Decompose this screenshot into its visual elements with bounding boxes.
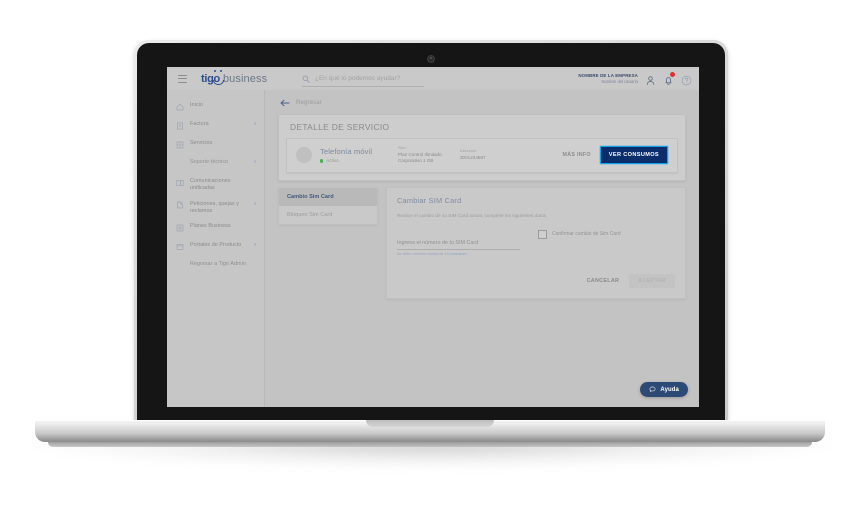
service-name: Telefonía móvil [320,147,373,157]
web-application: tigo business NOMBRE D [167,67,699,407]
user-name: Nombre del usuario [601,78,638,84]
sidebar-item-servicios[interactable]: Servicios [167,136,264,155]
tab-bloqueo-sim-card[interactable]: Bloqueo Sim Card [279,206,377,224]
document-icon [177,201,183,209]
window-icon [176,243,184,250]
sidebar-item-label: Peticiones, quejas y reclamos [190,200,239,214]
sim-tabs: Cambio Sim Card Bloqueo Sim Card [278,186,378,225]
logo-tigo-text: tigo [201,70,224,85]
address-value: 3001234567 [460,154,486,160]
grid-icon [176,141,184,148]
cambiar-sim-card-form: Cambiar SIM Card Realice el cambio de su… [386,186,686,300]
sidebar-item-comunicaciones-unificadas[interactable]: Comunicaciones unificadas [167,174,264,197]
status-dot-icon [320,159,324,163]
sidebar-item-inicio[interactable]: Inicio [167,98,264,117]
app-header: tigo business NOMBRE D [167,67,699,90]
invoice-icon [177,122,183,129]
form-title: Cambiar SIM Card [397,195,462,205]
sidebar-navigation: Inicio Factura › Servicios Soporte técni… [167,90,265,407]
plan-field: Plan: Plan Control Ilimitado Corporativo… [398,146,460,165]
notification-badge [670,72,675,77]
sidebar-item-planes-business[interactable]: Planes Business [167,219,264,238]
sidebar-item-label: Portales de Producto [190,242,242,249]
confirm-change-label: Confirmar cambio de Sim Card [552,231,621,238]
sidebar-item-regresar-a-tigo-admin[interactable]: Regresar a Tigo Admin [167,257,264,276]
form-row: No debe contener menos de 19 caracteres … [397,229,675,257]
brand-logo: tigo business [201,70,268,85]
sidebar-item-label: Soporte técnico [190,159,229,165]
service-detail-card: DETALLE DE SERVICIO Telefonía móvil Acti… [278,114,686,181]
logo-business-text: business [222,72,268,85]
address-label: Dirección: [460,149,477,154]
laptop-screen: tigo business NOMBRE D [167,67,699,407]
search-input[interactable] [315,75,424,82]
chat-bubble-icon [649,386,656,392]
company-name: NOMBRE DE LA EMPRESA [578,73,638,79]
service-row: Telefonía móvil Activo Plan: Plan Contro… [286,138,678,173]
sim-management-section: Cambio Sim Card Bloqueo Sim Card Cambiar… [278,186,686,300]
help-button[interactable] [681,73,692,86]
sim-number-hint: No debe contener menos de 19 caracteres [397,252,468,257]
service-identity: Telefonía móvil Activo [320,147,398,163]
notifications-button[interactable] [663,72,675,85]
sidebar-item-label: Planes Business [190,223,231,230]
status-badge: Activo [320,158,398,163]
avatar [296,147,312,164]
chevron-right-icon: › [254,200,256,207]
webcam-icon [427,55,435,63]
user-identity: NOMBRE DE LA EMPRESA Nombre del usuario [578,73,638,84]
confirm-change-checkbox-row[interactable]: Confirmar cambio de Sim Card [538,229,621,239]
status-label: Activo [326,158,339,164]
sidebar-item-portales-de-producto[interactable]: Portales de Producto › [167,238,264,257]
address-field: Dirección: 3001234567 [460,149,516,161]
screenshot-stage: tigo business NOMBRE D [0,0,860,508]
confirm-change-checkbox[interactable] [538,229,547,239]
sim-number-field: No debe contener menos de 19 caracteres [397,231,520,257]
plan-label: Plan: [398,146,407,150]
laptop-base-notch [366,420,494,427]
chevron-right-icon: › [254,121,256,127]
account-button[interactable] [645,73,656,86]
ver-consumos-button[interactable]: VER CONSUMOS [599,146,668,165]
back-button[interactable]: Regresar [265,90,699,107]
home-icon [176,103,184,110]
search-icon [302,75,310,83]
sidebar-item-label: Comunicaciones unificadas [190,178,231,192]
laptop-bezel: tigo business NOMBRE D [137,43,725,423]
grid-icon [176,224,184,232]
page-title: DETALLE DE SERVICIO [290,122,390,132]
user-icon [646,76,655,86]
arrow-left-icon [280,99,290,107]
laptop-shadow [20,444,840,470]
question-circle-icon [681,75,692,86]
back-label: Regresar [296,100,322,106]
search-bar[interactable] [302,71,424,87]
sidebar-item-label: Servicios [190,140,213,146]
accept-button[interactable]: ACEPTAR [629,274,675,289]
laptop-lid: tigo business NOMBRE D [134,40,728,423]
sidebar-item-factura[interactable]: Factura › [167,117,264,136]
sidebar-item-label: Factura [190,121,209,127]
laptop-base-foot [48,442,812,447]
laptop-base [35,420,825,442]
form-description: Realice el cambio de su SIM Card actual,… [397,212,547,218]
sim-number-input[interactable] [397,239,520,250]
help-fab-label: Ayuda [660,386,679,393]
chat-icon [176,179,184,186]
sidebar-item-label: Regresar a Tigo Admin [190,261,246,268]
tab-cambio-sim-card[interactable]: Cambio Sim Card [279,187,377,206]
main-content: Regresar DETALLE DE SERVICIO Telefonía m… [265,90,699,407]
sidebar-item-soporte-tecnico[interactable]: Soporte técnico › [167,155,264,174]
cancel-button[interactable]: CANCELAR [587,278,620,284]
help-fab-button[interactable]: Ayuda [640,382,688,397]
sidebar-item-peticiones-quejas-reclamos[interactable]: Peticiones, quejas y reclamos › [167,197,264,220]
form-actions: CANCELAR ACEPTAR [397,274,675,289]
sidebar-item-label: Inicio [190,102,203,108]
hamburger-icon[interactable] [178,74,187,83]
more-info-link[interactable]: MÁS INFO [563,152,591,158]
plan-value: Plan Control Ilimitado Corporativo 1 GB [398,151,442,164]
chevron-right-icon: › [254,242,256,249]
chevron-right-icon: › [254,159,256,165]
user-area: NOMBRE DE LA EMPRESA Nombre del usuario [578,70,692,87]
